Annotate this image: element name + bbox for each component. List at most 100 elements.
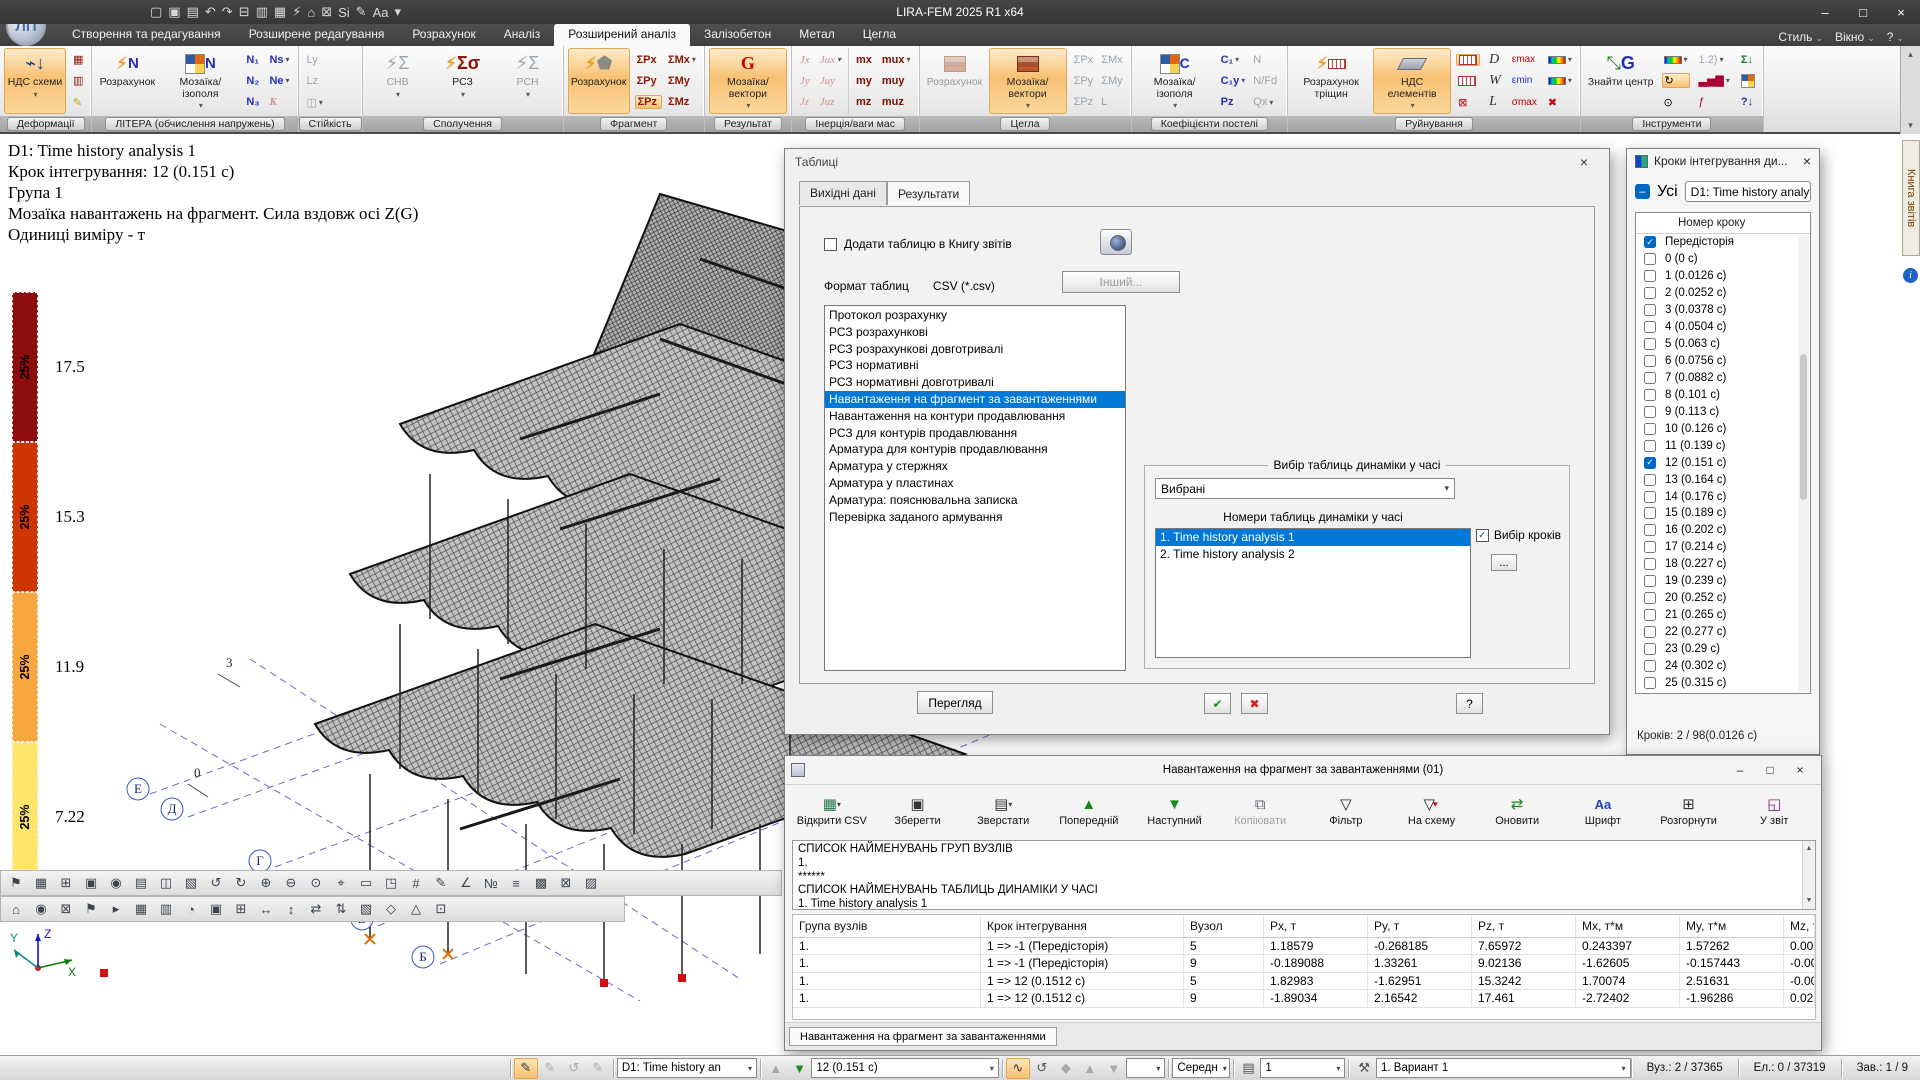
step-row[interactable]: Передісторія (1636, 234, 1810, 251)
step-checkbox[interactable] (1644, 423, 1656, 435)
mass-button[interactable]: muz (880, 96, 913, 108)
step-row[interactable]: 0 (0 с) (1636, 251, 1810, 268)
table-list-item[interactable]: Навантаження на фрагмент за завантаження… (825, 391, 1125, 408)
dialog-title-bar[interactable]: Таблиці × (785, 149, 1609, 175)
step-row[interactable]: 3 (0.0378 с) (1636, 302, 1810, 319)
dynamics-filter-dropdown[interactable]: Вибрані (1155, 478, 1455, 499)
quick-access-icon[interactable]: ⊟ (239, 4, 250, 20)
dialog-tab[interactable]: Вихідні дані (799, 181, 887, 205)
viewport-tool-button[interactable]: ⊞ (54, 872, 78, 894)
table-row[interactable]: 1.1 => -1 (Передісторія)9 -0.1890881.332… (793, 955, 1815, 972)
results-toolbar-button[interactable]: ▽▾ На схему (1389, 787, 1475, 835)
sum-down-icon[interactable]: Σ↓ (1739, 54, 1757, 66)
viewport-tool-button[interactable]: ⊡ (429, 898, 453, 920)
soil-coef-button[interactable]: C₁y▾ (1219, 75, 1248, 87)
results-info-text[interactable]: СПИСОК НАЙМЕНУВАНЬ ГРУП ВУЗЛІВ1.******СП… (792, 840, 1816, 910)
crack-letter-button[interactable]: W (1487, 73, 1503, 89)
report-book-tab[interactable]: Книга звітів (1902, 140, 1920, 256)
loadcase-dropdown[interactable]: D1: Time history an (617, 1058, 757, 1078)
ruler-icon[interactable] (1456, 54, 1480, 66)
step-checkbox[interactable] (1644, 626, 1656, 638)
step-row[interactable]: 1 (0.0126 с) (1636, 268, 1810, 285)
inertia-button[interactable]: Jux▾ (818, 54, 843, 66)
tables-listbox[interactable]: Протокол розрахункуРСЗ розрахунковіРСЗ р… (824, 305, 1126, 671)
viewport-tool-button[interactable]: ↻ (229, 872, 253, 894)
results-toolbar-button[interactable]: ▣ Зберегти (875, 787, 961, 835)
viewport-tool-button[interactable]: ◉ (104, 872, 128, 894)
step-row[interactable]: 7 (0.0882 с) (1636, 370, 1810, 387)
edit-mode-icon[interactable]: ↺ (562, 1058, 586, 1079)
brick-sum-button[interactable]: ΣPz (1072, 96, 1096, 108)
sum-force-button[interactable]: ΣPy (635, 75, 662, 87)
quick-access-icon[interactable]: ↶ (205, 4, 216, 20)
viewport-tool-button[interactable]: ▦ (29, 872, 53, 894)
sum-force-button[interactable]: ΣMz (666, 96, 698, 108)
step-checkbox[interactable] (1644, 440, 1656, 452)
hammer-icon[interactable]: ⚒ (1352, 1058, 1376, 1079)
refresh-icon[interactable]: ↻ (1662, 73, 1690, 88)
info-scrollbar[interactable]: ▲▼ (1802, 841, 1815, 909)
dynamics-table-item[interactable]: 2. Time history analysis 2 (1156, 546, 1470, 563)
mass-button[interactable]: mux▾ (880, 54, 913, 66)
step-checkbox[interactable] (1644, 524, 1656, 536)
viewport-tool-button[interactable]: ▣ (204, 898, 228, 920)
viewport-tool-button[interactable]: ⊠ (554, 872, 578, 894)
maximize-button[interactable]: □ (1844, 0, 1882, 24)
step-row[interactable]: 16 (0.202 с) (1636, 522, 1810, 539)
function-icon[interactable]: ƒ (1697, 96, 1732, 108)
step-checkbox[interactable] (1644, 287, 1656, 299)
quick-access-icon[interactable]: ▦ (274, 4, 286, 20)
palette-icon[interactable]: ▾ (1662, 55, 1690, 64)
viewport-tool-button[interactable]: ⊠ (54, 898, 78, 920)
step-row[interactable]: 19 (0.239 с) (1636, 573, 1810, 590)
strain-button[interactable]: σmax (1510, 97, 1539, 108)
next-step-icon[interactable]: ▼ (788, 1058, 812, 1079)
ribbon-tab[interactable]: Цегла (849, 24, 910, 46)
soil-coef-button[interactable]: Pz (1219, 96, 1248, 108)
inertia-button[interactable]: Jx (798, 54, 814, 66)
delete-result-icon[interactable]: ✖ (1546, 96, 1574, 109)
pencil-ruler-icon[interactable]: ✎ (71, 96, 85, 109)
results-toolbar-button[interactable]: ▼ Наступний (1132, 787, 1218, 835)
average-dropdown[interactable]: Середн (1172, 1058, 1229, 1078)
table-list-item[interactable]: Арматура у стержнях (825, 458, 1125, 475)
display-mode-icon[interactable]: ◆ (1054, 1058, 1078, 1079)
nds-schemes-button[interactable]: ⌁↓ НДС схеми▾ (4, 48, 66, 114)
results-toolbar-button[interactable]: ⇄ Оновити (1474, 787, 1560, 835)
results-title-bar[interactable]: Навантаження на фрагмент за завантаження… (785, 756, 1821, 785)
viewport-tool-button[interactable]: ⌂ (4, 898, 28, 920)
step-row[interactable]: 21 (0.265 с) (1636, 607, 1810, 624)
ok-button[interactable]: ✔ (1204, 693, 1231, 714)
viewport-tool-button[interactable]: ▩ (529, 872, 553, 894)
step-checkbox[interactable] (1644, 338, 1656, 350)
step-row[interactable]: 13 (0.164 с) (1636, 471, 1810, 488)
step-row[interactable]: 15 (0.189 с) (1636, 505, 1810, 522)
viewport-tool-button[interactable]: ◫ (154, 872, 178, 894)
viewport-tool-button[interactable]: № (479, 872, 503, 894)
viewport-tool-button[interactable]: ↺ (204, 872, 228, 894)
display-mode-icon[interactable]: ▲ (1078, 1058, 1102, 1079)
mass-button[interactable]: my (854, 75, 876, 87)
step-checkbox[interactable] (1644, 457, 1656, 469)
query-icon[interactable]: ?↓ (1739, 96, 1757, 108)
strain-button[interactable]: εmin (1510, 75, 1539, 86)
brick-sum-button[interactable]: ΣPy (1072, 75, 1096, 87)
fragment-calc-button[interactable]: ⚡⬟ Розрахунок (568, 48, 630, 114)
preview-button[interactable]: Перегляд (917, 691, 993, 714)
close-button[interactable]: × (1785, 759, 1815, 781)
soil-coef-button[interactable]: Qx▾ (1251, 96, 1281, 108)
brick-sum-button[interactable]: ΣPx (1072, 54, 1096, 66)
step-checkbox[interactable] (1644, 270, 1656, 282)
other-format-button[interactable]: Інший... (1062, 271, 1180, 293)
mass-button[interactable]: mz (854, 96, 876, 108)
crack-letter-button[interactable]: L (1487, 94, 1503, 110)
empty-dropdown[interactable] (1126, 1058, 1166, 1078)
force-component-button[interactable]: Ns▾ (267, 54, 291, 66)
edit-mode-icon[interactable]: ✎ (586, 1058, 610, 1079)
lz-button[interactable]: Lz (305, 75, 325, 87)
table-row[interactable]: 1.1 => -1 (Передісторія)5 1.18579-0.2681… (793, 938, 1815, 955)
force-component-button[interactable]: Ne▾ (267, 75, 291, 87)
step-row[interactable]: 24 (0.302 с) (1636, 657, 1810, 674)
litera-calc-button[interactable]: ⚡N Розрахунок (96, 48, 158, 114)
step-checkbox[interactable] (1644, 609, 1656, 621)
